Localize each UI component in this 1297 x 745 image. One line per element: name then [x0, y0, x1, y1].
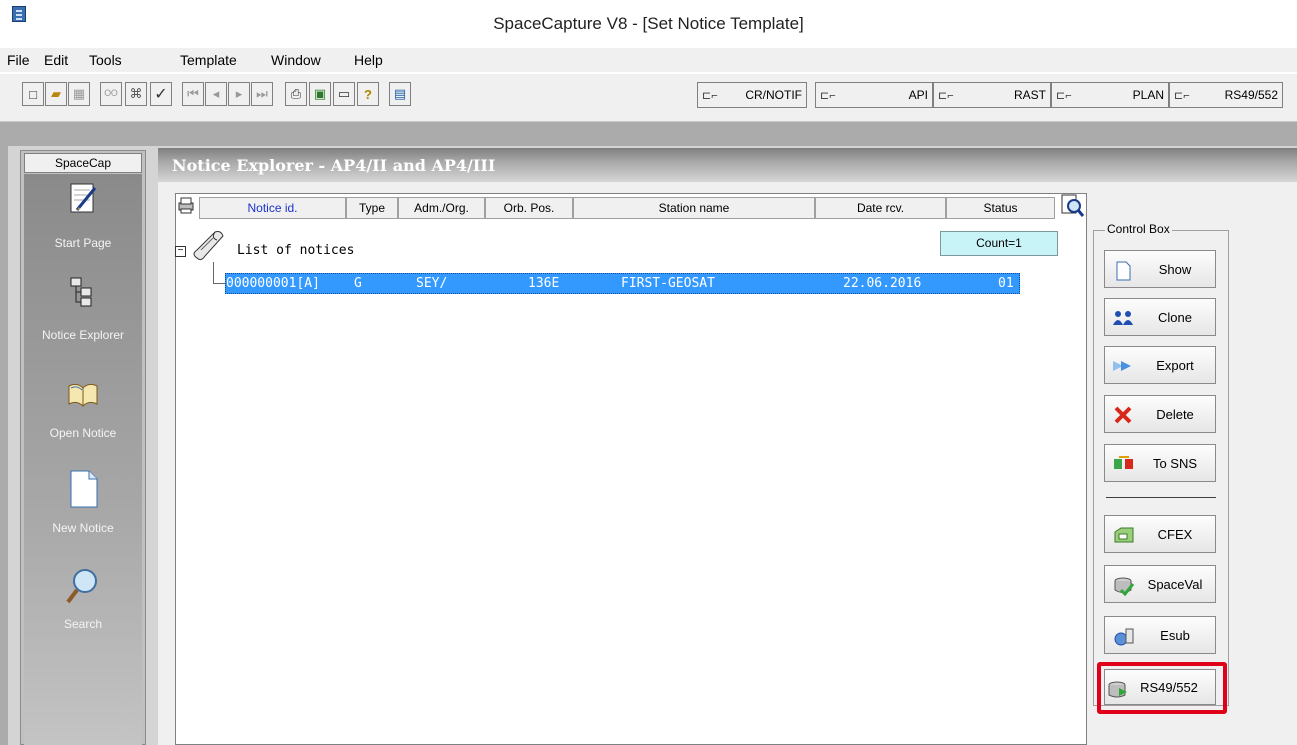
clone-button[interactable]: Clone	[1104, 298, 1216, 336]
open-book-icon[interactable]	[65, 376, 101, 412]
menu-tools[interactable]: Tools	[89, 52, 122, 68]
spaceval-icon	[1113, 576, 1135, 597]
esub-button[interactable]: Esub	[1104, 616, 1216, 654]
export-button[interactable]: Export	[1104, 346, 1216, 384]
count-badge: Count=1	[940, 231, 1058, 256]
spaceval-button[interactable]: SpaceVal	[1104, 565, 1216, 603]
page-icon	[1113, 261, 1133, 281]
import-icon[interactable]: ▣	[309, 82, 331, 106]
magnifier-icon[interactable]	[65, 566, 101, 604]
print-list-icon[interactable]	[176, 195, 196, 215]
tree-collapse-toggle[interactable]: −	[175, 246, 186, 257]
menu-edit[interactable]: Edit	[44, 52, 68, 68]
col-notice-id[interactable]: Notice id.	[199, 197, 346, 219]
cell-orb-pos: 136E	[528, 276, 560, 291]
keyboard-icon[interactable]: ▭	[333, 82, 355, 106]
tab-rast[interactable]: ⊏⌐ RAST	[933, 82, 1051, 108]
notepad-pen-icon[interactable]	[65, 180, 101, 216]
help-icon[interactable]: ?	[357, 82, 379, 106]
open-folder-icon[interactable]: ▰	[45, 82, 67, 106]
show-button[interactable]: Show	[1104, 250, 1216, 288]
sidebar-item-new-notice[interactable]: New Notice	[24, 521, 142, 535]
tab-cr-notif-icon: ⊏⌐	[702, 90, 718, 102]
cfex-button[interactable]: CFEX	[1104, 515, 1216, 553]
cell-station: FIRST-GEOSAT	[621, 276, 715, 291]
tab-plan[interactable]: ⊏⌐ PLAN	[1051, 82, 1169, 108]
menu-window[interactable]: Window	[271, 52, 321, 68]
last-record-icon[interactable]: ⏭	[251, 82, 273, 106]
tab-plan-icon: ⊏⌐	[1056, 90, 1072, 102]
new-file-icon[interactable]: □	[22, 82, 44, 106]
prev-record-icon[interactable]: ◂	[205, 82, 227, 106]
esub-globe-icon	[1113, 627, 1134, 646]
users-icon	[1113, 309, 1133, 327]
tab-rs49-552-icon: ⊏⌐	[1174, 90, 1190, 102]
table-row[interactable]: 000000001[A] G SEY/ 136E FIRST-GEOSAT 22…	[225, 273, 1020, 294]
col-type[interactable]: Type	[346, 197, 398, 219]
tree-icon[interactable]	[65, 274, 101, 310]
delete-x-icon	[1113, 406, 1133, 424]
col-orb-pos[interactable]: Orb. Pos.	[485, 197, 573, 219]
sidebar-item-start-page[interactable]: Start Page	[24, 236, 142, 250]
tab-rs49-552[interactable]: ⊏⌐ RS49/552	[1169, 82, 1283, 108]
window-icon[interactable]: ▤	[389, 82, 411, 106]
window-title: SpaceCapture V8 - [Set Notice Template]	[493, 14, 804, 33]
tab-rast-icon: ⊏⌐	[938, 90, 954, 102]
rs49-552-button[interactable]: RS49/552	[1104, 669, 1216, 705]
control-box-label: Control Box	[1105, 222, 1172, 236]
first-record-icon[interactable]: ⏮	[182, 82, 204, 106]
cell-adm: SEY/	[416, 276, 448, 291]
printer-icon[interactable]: ⎙	[285, 82, 307, 106]
tab-api[interactable]: ⊏⌐ API	[815, 82, 933, 108]
glasses-icon[interactable]: ᴼᴼ	[100, 82, 122, 106]
sidebar-panel: Start Page Notice Explorer Open Notice N…	[24, 174, 142, 745]
binoculars-icon[interactable]: ⌘	[125, 82, 147, 106]
tab-cr-notif[interactable]: ⊏⌐ CR/NOTIF	[697, 82, 807, 108]
rs49-database-icon	[1107, 680, 1127, 698]
menu-help[interactable]: Help	[354, 52, 383, 68]
to-sns-button[interactable]: To SNS	[1104, 444, 1216, 482]
transfer-icon	[1113, 455, 1133, 473]
col-adm-org[interactable]: Adm./Org.	[398, 197, 485, 219]
cfex-icon	[1113, 526, 1134, 544]
toolbar: □ ▰ ▦ ᴼᴼ ⌘ ✓ ⏮ ◂ ▸ ⏭ ⎙ ▣ ▭ ? ▤ ⊏⌐ CR/NOTI…	[0, 74, 1297, 122]
cell-notice-id: 000000001[A]	[226, 276, 320, 291]
tree-connector	[213, 262, 225, 284]
col-station-name[interactable]: Station name	[573, 197, 815, 219]
sidebar-item-search[interactable]: Search	[24, 617, 142, 631]
col-date-rcv[interactable]: Date rcv.	[815, 197, 946, 219]
sidebar-item-notice-explorer[interactable]: Notice Explorer	[24, 328, 142, 342]
sidebar-tab[interactable]: SpaceCap	[24, 153, 142, 173]
scroll-icon	[189, 228, 229, 264]
check-icon[interactable]: ✓	[150, 82, 172, 106]
cell-status: 01	[998, 276, 1014, 291]
tab-api-icon: ⊏⌐	[820, 90, 836, 102]
next-record-icon[interactable]: ▸	[228, 82, 250, 106]
menu-file[interactable]: File	[7, 52, 30, 68]
export-arrows-icon	[1113, 357, 1133, 375]
find-icon[interactable]	[1058, 193, 1086, 219]
col-status[interactable]: Status	[946, 197, 1055, 219]
control-box-separator	[1106, 497, 1216, 498]
cell-type: G	[354, 276, 362, 291]
cell-date: 22.06.2016	[843, 276, 922, 291]
delete-button[interactable]: Delete	[1104, 395, 1216, 433]
explorer-title: Notice Explorer - AP4/II and AP4/III	[172, 156, 496, 175]
save-disabled-icon[interactable]: ▦	[68, 82, 90, 106]
blank-page-icon[interactable]	[65, 469, 101, 508]
tree-root-label[interactable]: List of notices	[237, 243, 354, 258]
sidebar-item-open-notice[interactable]: Open Notice	[24, 426, 142, 440]
menu-template[interactable]: Template	[180, 52, 237, 68]
menu-bar: File Edit Tools Template Window Help	[0, 48, 1297, 72]
